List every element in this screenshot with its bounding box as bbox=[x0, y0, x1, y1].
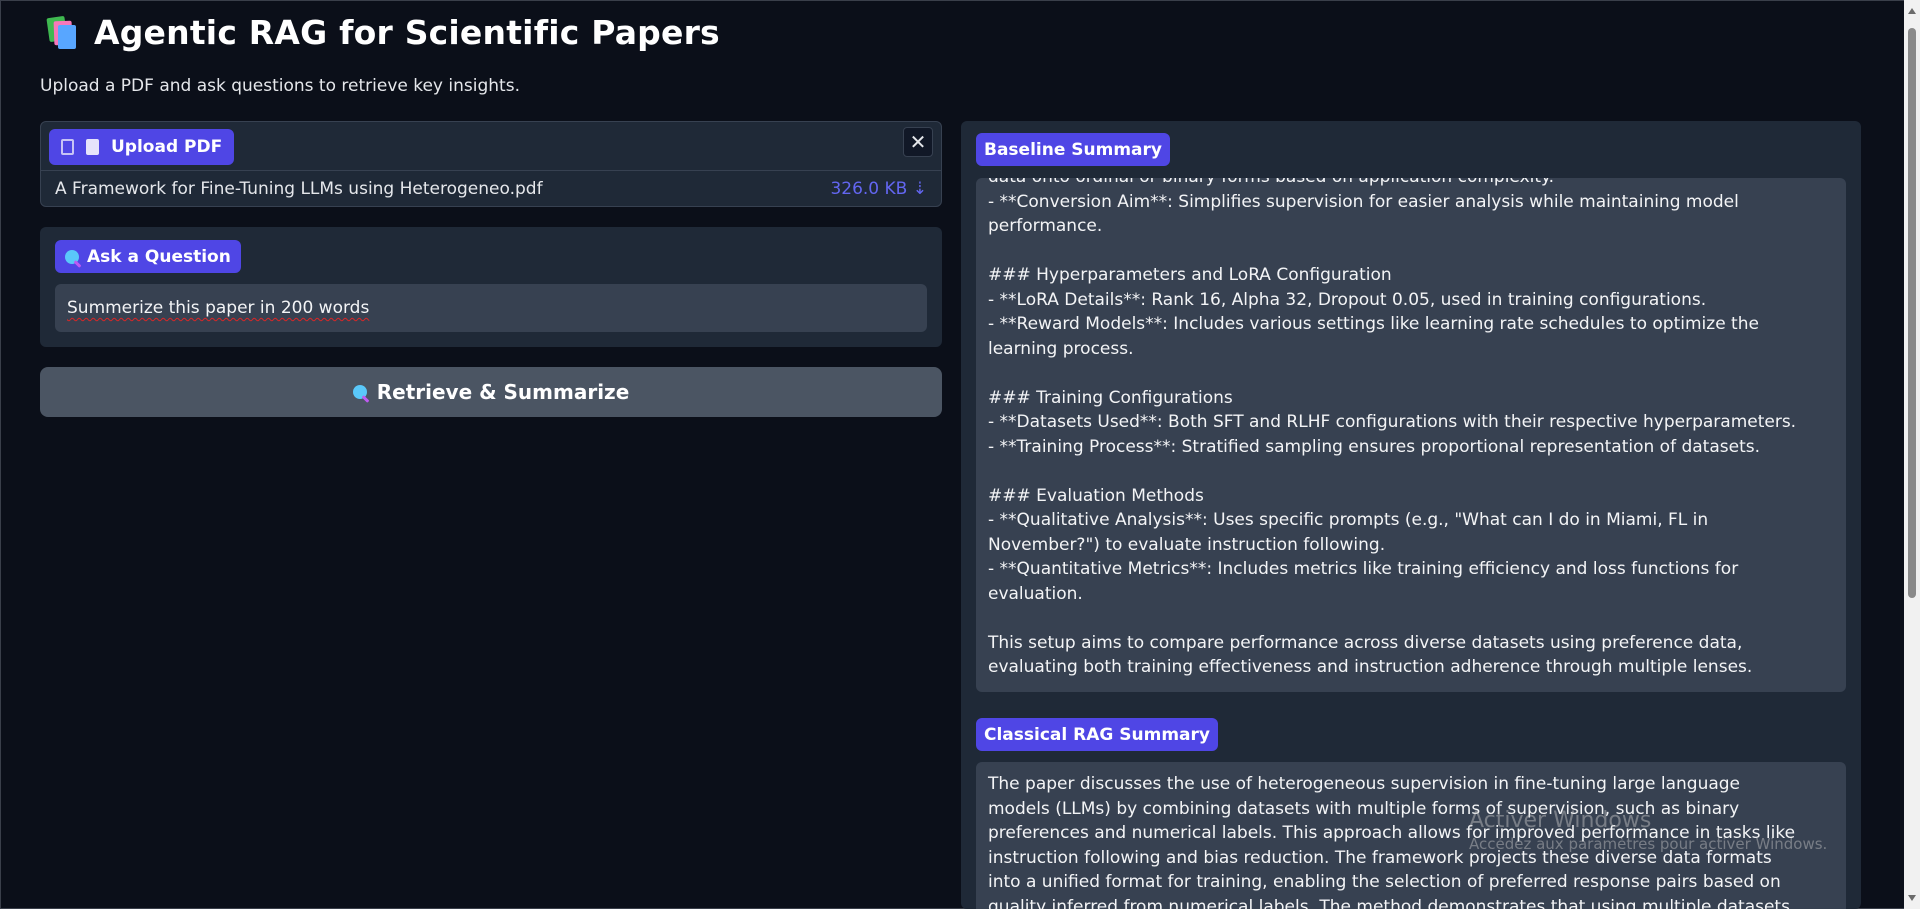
baseline-summary-text: data onto ordinal or binary forms based … bbox=[988, 178, 1796, 680]
summary-line bbox=[988, 239, 1796, 264]
results-panel: Baseline Summary data onto ordinal or bi… bbox=[961, 121, 1861, 909]
download-icon: ⇣ bbox=[912, 178, 927, 199]
watermark-title: Activer Windows bbox=[1469, 808, 1652, 833]
summary-line: performance. bbox=[988, 216, 1103, 236]
page-title: Agentic RAG for Scientific Papers bbox=[94, 12, 720, 52]
summary-line: November?") to evaluate instruction foll… bbox=[988, 534, 1386, 555]
ask-question-label-text: Ask a Question bbox=[87, 246, 231, 267]
page-scrollbar[interactable] bbox=[1904, 0, 1920, 909]
summary-line: ### Evaluation Methods bbox=[988, 485, 1204, 506]
scroll-up-arrow-icon[interactable] bbox=[1908, 8, 1916, 14]
question-panel: Ask a Question Summerize this paper in 2… bbox=[40, 227, 942, 347]
upload-pdf-button[interactable]: Upload PDF bbox=[49, 129, 235, 165]
summary-line: - **Quantitative Metrics**: Includes met… bbox=[988, 559, 1739, 579]
magnifier-icon bbox=[65, 249, 79, 264]
uploaded-file-row: A Framework for Fine-Tuning LLMs using H… bbox=[41, 170, 941, 206]
summary-line: - **Datasets Used**: Both SFT and RLHF c… bbox=[988, 412, 1797, 432]
summary-line: The paper discusses the use of heterogen… bbox=[988, 774, 1741, 794]
upload-panel: Upload PDF ✕ A Framework for Fine-Tuning… bbox=[40, 121, 942, 207]
question-input[interactable]: Summerize this paper in 200 words bbox=[55, 284, 927, 332]
summary-line: learning process. bbox=[988, 338, 1134, 359]
document-icon bbox=[86, 139, 99, 155]
windows-activation-watermark: Activer Windows Accédez aux paramètres p… bbox=[1469, 808, 1827, 853]
summary-line: This setup aims to compare performance a… bbox=[988, 632, 1743, 653]
page-subtitle: Upload a PDF and ask questions to retrie… bbox=[40, 76, 520, 96]
retrieve-summarize-label: Retrieve & Summarize bbox=[376, 380, 630, 404]
summary-line: ### Hyperparameters and LoRA Configurati… bbox=[988, 265, 1392, 285]
summary-line: - **LoRA Details**: Rank 16, Alpha 32, D… bbox=[988, 289, 1707, 310]
close-icon[interactable]: ✕ bbox=[903, 127, 933, 157]
file-size-download-link[interactable]: 326.0 KB ⇣ bbox=[830, 179, 927, 199]
scrollbar-thumb[interactable] bbox=[1908, 28, 1916, 598]
summary-line bbox=[988, 361, 1796, 386]
books-icon bbox=[44, 15, 78, 49]
app-header: Agentic RAG for Scientific Papers bbox=[44, 12, 720, 52]
summary-line: - **Qualitative Analysis**: Uses specifi… bbox=[988, 510, 1709, 530]
summary-line: - **Conversion Aim**: Simplifies supervi… bbox=[988, 191, 1739, 212]
magnifier-icon bbox=[352, 385, 367, 399]
summary-line: ### Training Configurations bbox=[988, 387, 1233, 408]
file-size: 326.0 KB bbox=[830, 178, 908, 199]
file-icon bbox=[61, 139, 74, 155]
watermark-subtitle: Accédez aux paramètres pour activer Wind… bbox=[1469, 835, 1828, 853]
summary-line bbox=[988, 459, 1796, 484]
summary-line: quality inferred from numerical labels. … bbox=[988, 896, 1790, 909]
retrieve-summarize-button[interactable]: Retrieve & Summarize bbox=[40, 367, 942, 417]
file-name: A Framework for Fine-Tuning LLMs using H… bbox=[55, 178, 543, 199]
ask-question-label: Ask a Question bbox=[55, 240, 241, 273]
summary-line: into a unified format for training, enab… bbox=[988, 872, 1781, 892]
baseline-summary-label: Baseline Summary bbox=[976, 133, 1170, 166]
summary-line: data onto ordinal or binary forms based … bbox=[988, 178, 1796, 190]
scroll-down-arrow-icon[interactable] bbox=[1908, 895, 1916, 901]
summary-line bbox=[988, 606, 1796, 631]
question-input-value: Summerize this paper in 200 words bbox=[67, 298, 370, 318]
summary-line: evaluation. bbox=[988, 583, 1083, 604]
classical-rag-summary-label: Classical RAG Summary bbox=[976, 718, 1218, 751]
upload-pdf-label: Upload PDF bbox=[111, 137, 223, 157]
baseline-summary-textbox[interactable]: data onto ordinal or binary forms based … bbox=[976, 178, 1846, 692]
summary-line: - **Reward Models**: Includes various se… bbox=[988, 314, 1759, 334]
summary-line: - **Training Process**: Stratified sampl… bbox=[988, 436, 1760, 457]
summary-line: evaluating both training effectiveness a… bbox=[988, 657, 1753, 677]
